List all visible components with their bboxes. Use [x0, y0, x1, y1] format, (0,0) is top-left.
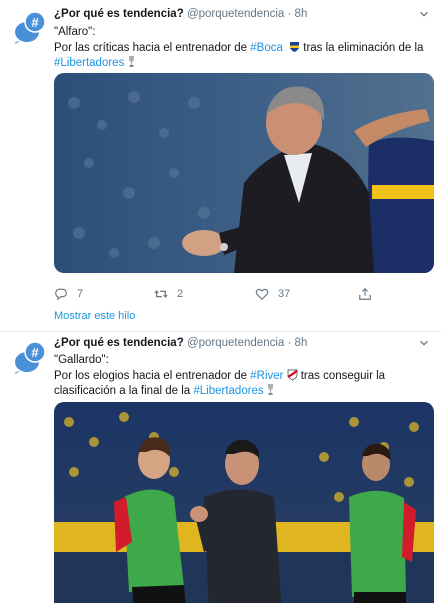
hashtag-link[interactable]: #Libertadores	[193, 385, 263, 397]
text-segment: clasificación a la final de la	[54, 385, 194, 397]
hashtag-link[interactable]: #River	[250, 370, 283, 382]
retweet-count: 2	[177, 288, 184, 300]
retweet-button[interactable]: 2	[154, 286, 183, 302]
avatar[interactable]: #	[8, 338, 48, 378]
like-button[interactable]: 37	[255, 286, 290, 302]
hashtag-link[interactable]: #Boca	[250, 42, 283, 54]
handle[interactable]: @porquetendencia	[187, 337, 284, 349]
reply-button[interactable]: 7	[54, 286, 83, 302]
tweet-header: ¿Por qué es tendencia? @porquetendencia …	[54, 337, 431, 353]
tweet-text: "Gallardo": Por los elogios hacia el ent…	[54, 353, 429, 400]
boca-crest-icon	[290, 41, 300, 52]
handle[interactable]: @porquetendencia	[187, 8, 284, 20]
tweet-text: "Alfaro": Por las críticas hacia el entr…	[54, 25, 429, 72]
timestamp[interactable]: 8h	[295, 8, 308, 20]
display-name[interactable]: ¿Por qué es tendencia?	[54, 8, 184, 20]
chevron-down-icon[interactable]	[417, 8, 431, 22]
text-segment: Por los elogios hacia el entrenador de	[54, 369, 251, 382]
tweet-actions: 7 2 37	[54, 286, 384, 302]
show-thread-link[interactable]: Mostrar este hilo	[54, 310, 135, 322]
trophy-icon	[267, 384, 273, 395]
share-button[interactable]	[358, 286, 381, 302]
reply-icon	[55, 288, 67, 301]
hashtag-link[interactable]: #Libertadores	[54, 57, 124, 69]
tweet-photo[interactable]	[54, 402, 434, 603]
display-name[interactable]: ¿Por qué es tendencia?	[54, 337, 184, 349]
coach-photo	[54, 73, 434, 273]
tweet-header: ¿Por qué es tendencia? @porquetendencia …	[54, 8, 431, 24]
svg-text:#: #	[31, 15, 39, 30]
timestamp[interactable]: 8h	[295, 337, 308, 349]
avatar[interactable]: #	[8, 8, 48, 48]
tweet[interactable]: # ¿Por qué es tendencia? @porquetendenci…	[0, 332, 441, 603]
hashtag-bubble-icon: #	[12, 341, 46, 376]
hashtag-bubble-icon: #	[12, 11, 46, 46]
text-segment: tras la eliminación de la	[300, 41, 424, 54]
separator: ·	[287, 337, 292, 349]
tweet-quote: "Alfaro":	[54, 26, 96, 38]
separator: ·	[287, 8, 292, 20]
tweet[interactable]: # ¿Por qué es tendencia? @porquetendenci…	[0, 0, 441, 332]
retweet-icon	[154, 290, 168, 298]
reply-count: 7	[77, 288, 84, 300]
river-crest-icon	[286, 369, 298, 380]
celebration-photo	[54, 402, 434, 603]
trophy-icon	[128, 56, 134, 67]
heart-icon	[255, 288, 269, 301]
svg-text:#: #	[31, 345, 39, 360]
chevron-down-icon[interactable]	[417, 337, 431, 351]
like-count: 37	[278, 288, 291, 300]
tweet-photo[interactable]	[54, 73, 434, 273]
share-icon	[359, 287, 371, 300]
text-segment: Por las críticas hacia el entrenador de	[54, 41, 251, 54]
text-segment: tras conseguir la	[300, 369, 386, 382]
tweet-quote: "Gallardo":	[54, 354, 109, 366]
